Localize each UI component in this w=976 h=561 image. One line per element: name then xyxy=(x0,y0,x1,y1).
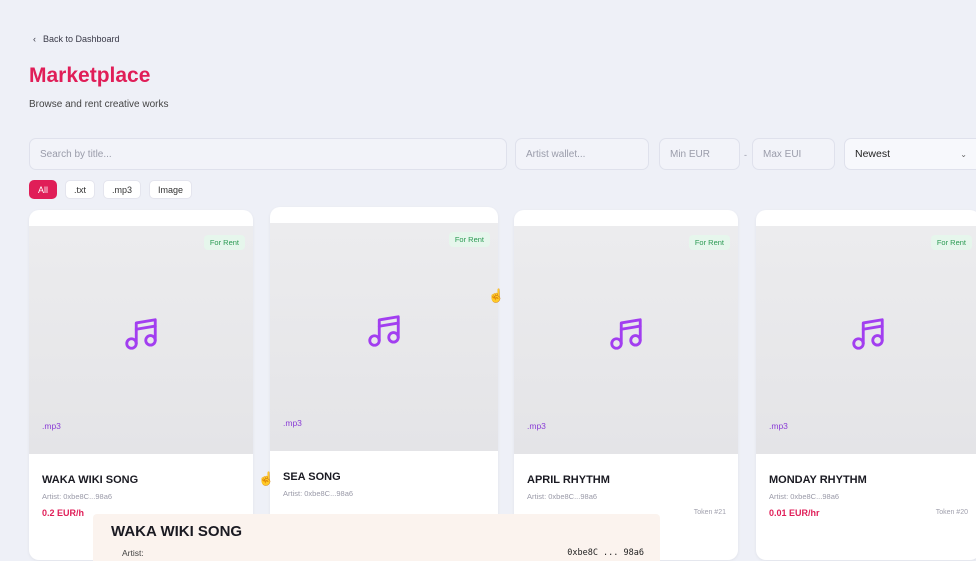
card-detail-popup: WAKA WIKI SONG Artist: 0xbe8C ... 98a6 xyxy=(93,514,660,561)
popup-title: WAKA WIKI SONG xyxy=(111,523,243,540)
chip-txt[interactable]: .txt xyxy=(65,180,96,199)
sort-select[interactable]: Newest ⌄ xyxy=(844,138,976,170)
work-card[interactable]: For Rent .mp3 APRIL RHYTHM Artist: 0xbe8… xyxy=(514,210,738,560)
music-note-icon xyxy=(852,318,884,350)
hand-cursor-icon: ☝ xyxy=(258,471,275,486)
page-subtitle: Browse and rent creative works xyxy=(29,99,169,110)
marketplace-page: ‹ Back to Dashboard Marketplace Browse a… xyxy=(0,0,976,561)
token-id: Token #21 xyxy=(693,509,726,516)
max-price-box[interactable] xyxy=(752,138,835,170)
file-extension: .mp3 xyxy=(283,418,302,428)
file-extension: .mp3 xyxy=(42,421,61,431)
artist-address: Artist: 0xbe8C...98a6 xyxy=(42,492,113,501)
work-title: WAKA WIKI SONG xyxy=(42,474,139,486)
music-note-icon xyxy=(368,315,400,347)
page-title: Marketplace xyxy=(29,64,151,87)
work-title: MONDAY RHYTHM xyxy=(769,474,867,486)
search-input-box[interactable] xyxy=(29,138,507,170)
work-card[interactable]: For Rent .mp3 MONDAY RHYTHM Artist: 0xbe… xyxy=(756,210,976,560)
work-title: SEA SONG xyxy=(283,471,341,483)
for-rent-badge: For Rent xyxy=(930,235,972,250)
file-type-filter: All .txt .mp3 Image xyxy=(29,180,193,199)
music-note-icon xyxy=(125,318,157,350)
work-title: APRIL RHYTHM xyxy=(527,474,610,486)
hand-cursor-icon: ☝ xyxy=(488,288,505,303)
popup-artist-value: 0xbe8C ... 98a6 xyxy=(567,548,644,558)
artist-wallet-box[interactable] xyxy=(515,138,649,170)
search-input[interactable] xyxy=(40,148,506,160)
artist-address: Artist: 0xbe8C...98a6 xyxy=(527,492,598,501)
work-card[interactable]: For Rent .mp3 SEA SONG Artist: 0xbe8C...… xyxy=(270,207,498,557)
popup-artist-label: Artist: xyxy=(122,548,144,558)
max-price-input[interactable] xyxy=(763,148,834,160)
for-rent-badge: For Rent xyxy=(448,232,490,247)
chevron-left-icon: ‹ xyxy=(33,34,36,44)
artist-address: Artist: 0xbe8C...98a6 xyxy=(283,489,354,498)
chip-image[interactable]: Image xyxy=(149,180,193,199)
back-label: Back to Dashboard xyxy=(43,34,120,44)
chip-mp3[interactable]: .mp3 xyxy=(103,180,142,199)
back-to-dashboard-link[interactable]: ‹ Back to Dashboard xyxy=(33,34,120,44)
for-rent-badge: For Rent xyxy=(688,235,730,250)
rent-price: 0.01 EUR/hr xyxy=(769,508,820,518)
chevron-down-icon: ⌄ xyxy=(960,149,967,159)
work-card[interactable]: For Rent .mp3 WAKA WIKI SONG Artist: 0xb… xyxy=(29,210,253,560)
music-note-icon xyxy=(610,318,642,350)
artist-address: Artist: 0xbe8C...98a6 xyxy=(769,492,840,501)
file-extension: .mp3 xyxy=(527,421,546,431)
artist-wallet-input[interactable] xyxy=(526,148,648,160)
for-rent-badge: For Rent xyxy=(203,235,245,250)
min-price-input[interactable] xyxy=(670,148,739,160)
file-extension: .mp3 xyxy=(769,421,788,431)
chip-all[interactable]: All xyxy=(29,180,58,199)
sort-value: Newest xyxy=(855,148,891,160)
min-price-box[interactable] xyxy=(659,138,740,170)
token-id: Token #20 xyxy=(935,509,968,516)
rent-price: 0.2 EUR/h xyxy=(42,508,85,518)
price-range-separator: - xyxy=(744,150,747,160)
